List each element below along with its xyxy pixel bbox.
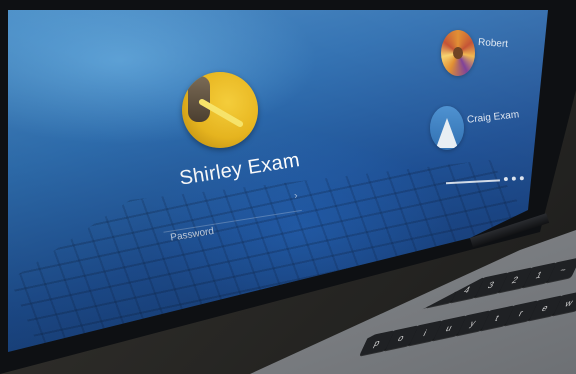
add-person-icon: + — [236, 319, 248, 332]
user-pod-robert-name[interactable]: Robert — [478, 37, 509, 50]
clock-icon — [519, 176, 524, 181]
password-placeholder: Password — [169, 225, 215, 244]
add-person-label: Add person — [250, 310, 293, 329]
system-shelf — [445, 174, 531, 190]
selected-user-name: Shirley Exam — [178, 149, 302, 190]
password-input[interactable]: Password › — [160, 188, 302, 244]
user-pod-craig-avatar[interactable] — [430, 106, 464, 150]
keyboard-key[interactable]: 0 — [305, 307, 341, 333]
keyboard-key[interactable]: - — [300, 312, 317, 338]
browse-as-guest-button[interactable]: e Browse as Guest — [148, 330, 225, 353]
status-area[interactable] — [503, 176, 524, 182]
shelf-line — [445, 179, 500, 185]
laptop-photo: ~1234567890-=qwertyuiop Shirley Exam Pas… — [0, 0, 576, 374]
user-pod-robert-avatar[interactable] — [441, 30, 475, 76]
browse-as-guest-label: Browse as Guest — [162, 330, 225, 353]
guest-icon: e — [148, 343, 160, 352]
battery-icon — [511, 176, 516, 181]
add-person-button[interactable]: + Add person — [236, 310, 293, 332]
wifi-icon — [503, 176, 508, 182]
selected-user-avatar[interactable] — [182, 72, 258, 148]
keyboard-key[interactable]: = — [257, 317, 292, 343]
user-pod-craig-name[interactable]: Craig Exam — [467, 109, 520, 125]
submit-arrow-icon[interactable]: › — [293, 190, 298, 201]
